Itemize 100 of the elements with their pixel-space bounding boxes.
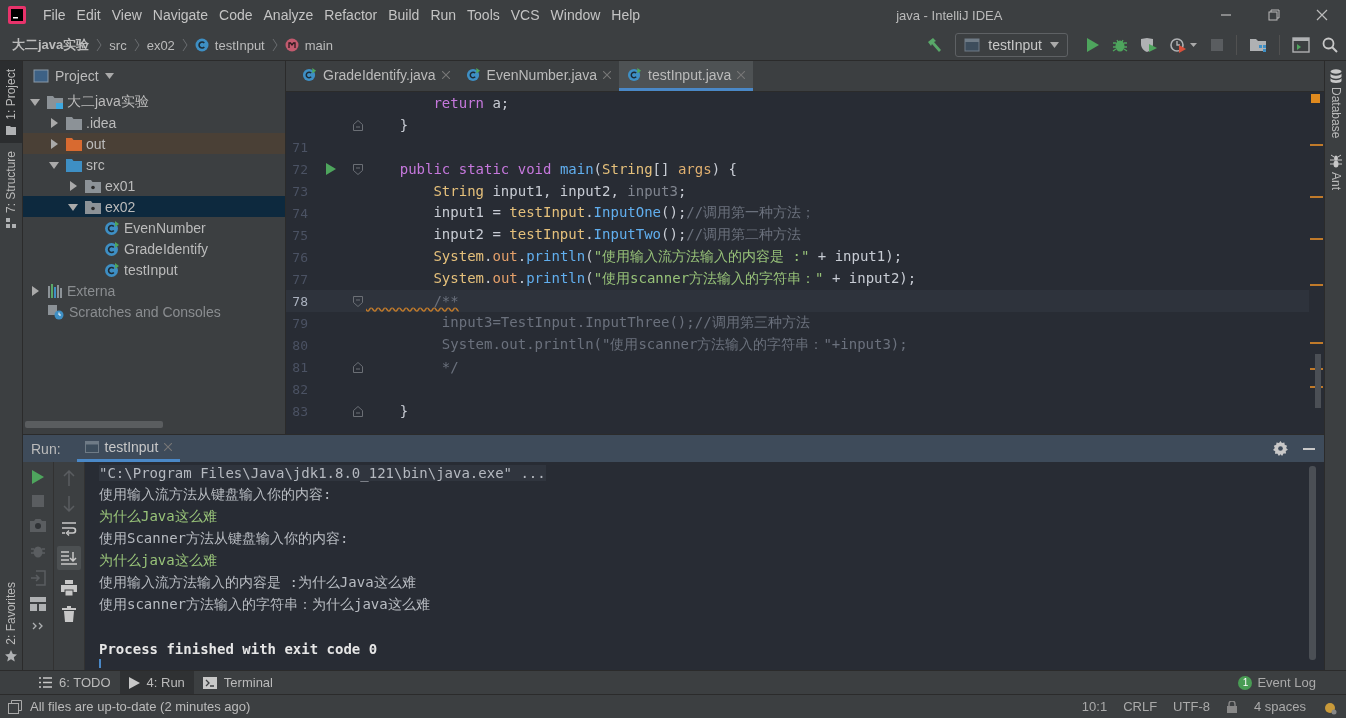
caret-icon[interactable] (104, 73, 114, 79)
breadcrumb[interactable]: ex02 (146, 37, 175, 53)
menu-item[interactable]: Help (606, 7, 647, 23)
tree-item[interactable]: out (23, 133, 285, 154)
collapsed-arrow-icon[interactable] (49, 117, 59, 128)
code-line: } (398, 117, 409, 133)
tree-item[interactable]: GradeIdentify (23, 238, 285, 259)
line-separator[interactable]: CRLF (1123, 699, 1158, 714)
library-icon (47, 283, 63, 298)
class-icon (465, 67, 481, 82)
menu-item[interactable]: VCS (505, 7, 546, 23)
tool-window-button[interactable]: Database (1325, 61, 1346, 147)
editor-tab[interactable]: GradeIdentify.java (294, 61, 458, 91)
tree-item[interactable]: ex01 (23, 175, 285, 196)
rerun-icon[interactable] (31, 470, 45, 484)
console-line: 使用输入流方法输入的内容是 :为什么Java这么难 (99, 574, 416, 592)
run-icon[interactable] (1086, 37, 1100, 53)
fold-marker-icon[interactable] (353, 163, 363, 175)
menu-item[interactable]: Refactor (319, 7, 384, 23)
console-line: 使用scanner方法输入的字符串：为什么java这么难 (99, 596, 430, 614)
menu-item[interactable]: Tools (462, 7, 506, 23)
trash-icon[interactable] (62, 606, 76, 622)
breadcrumb[interactable]: main (304, 37, 333, 53)
fold-marker-icon[interactable] (353, 295, 363, 307)
close-icon[interactable] (441, 70, 450, 79)
collapsed-arrow-icon[interactable] (49, 138, 59, 149)
hammer-icon[interactable] (925, 36, 944, 54)
tree-item[interactable]: src (23, 154, 285, 175)
fold-marker-icon[interactable] (353, 405, 363, 417)
menu-item[interactable]: View (106, 7, 148, 23)
breadcrumb[interactable]: testInput (214, 37, 265, 53)
restore-icon[interactable] (1268, 9, 1280, 21)
settings-icon[interactable] (1273, 441, 1288, 456)
run-configuration-dropdown[interactable]: testInput (955, 33, 1068, 57)
tree-item[interactable]: ex02 (23, 196, 285, 217)
coverage-icon[interactable] (1140, 37, 1158, 53)
tree-item[interactable]: EvenNumber (23, 217, 285, 238)
fold-marker-icon[interactable] (353, 119, 363, 131)
editor-tab[interactable]: EvenNumber.java (457, 61, 620, 91)
status-toggle-icon[interactable] (8, 699, 22, 714)
chevron-icon (133, 38, 140, 52)
tree-item[interactable]: testInput (23, 259, 285, 280)
editor-tab[interactable]: testInput.java (619, 61, 754, 91)
breadcrumb[interactable]: 大二java实验 (12, 36, 90, 54)
expanded-arrow-icon[interactable] (30, 96, 40, 107)
project-structure-icon[interactable] (1249, 37, 1267, 53)
app-logo-icon (8, 6, 26, 24)
run-gutter-icon[interactable] (326, 163, 336, 175)
scroll-to-end-icon[interactable] (57, 546, 81, 570)
menu-item[interactable]: File (38, 7, 72, 23)
search-icon[interactable] (1322, 37, 1338, 53)
terminal-window-icon[interactable] (1292, 37, 1310, 53)
folder-icon (66, 157, 82, 172)
panel-title[interactable]: Project (55, 68, 99, 84)
bug-icon[interactable] (1112, 37, 1128, 53)
code-line: input2 = testInput.InputTwo();//调用第二种方法 (432, 226, 802, 244)
expanded-arrow-icon[interactable] (49, 159, 59, 170)
menu-item[interactable]: Run (425, 7, 463, 23)
camera-icon[interactable] (30, 518, 46, 532)
tool-window-button[interactable]: 1: Project (0, 61, 22, 143)
collapsed-arrow-icon[interactable] (30, 285, 40, 296)
scrollbar[interactable] (25, 421, 163, 428)
tree-item[interactable]: .idea (23, 112, 285, 133)
tool-window-tab[interactable]: 6: TODO (30, 671, 120, 694)
menu-item[interactable]: Navigate (147, 7, 215, 23)
menu-item[interactable]: Analyze (258, 7, 320, 23)
print-icon[interactable] (61, 580, 77, 596)
console-line: Process finished with exit code 0 (99, 640, 378, 657)
indent-setting[interactable]: 4 spaces (1253, 699, 1306, 714)
lock-icon[interactable] (1225, 700, 1238, 713)
close-icon[interactable] (1316, 9, 1328, 21)
database-icon (1329, 69, 1342, 83)
menu-item[interactable]: Build (383, 7, 426, 23)
line-number: 78 (292, 293, 308, 309)
fold-marker-icon[interactable] (353, 361, 363, 373)
menu-item[interactable]: Edit (71, 7, 107, 23)
more-icon[interactable] (32, 622, 44, 630)
caret-position[interactable]: 10:1 (1081, 699, 1108, 714)
tool-window-button[interactable]: Ant (1325, 146, 1346, 199)
tool-window-tab[interactable]: Terminal (193, 671, 282, 694)
tool-window-button[interactable]: 2: Favorites (0, 574, 22, 670)
tool-window-button[interactable]: 7: Structure (0, 142, 22, 236)
scrollbar[interactable] (1309, 466, 1316, 660)
layout-icon[interactable] (30, 597, 46, 611)
expanded-arrow-icon[interactable] (68, 201, 78, 212)
menu-item[interactable]: Code (214, 7, 259, 23)
breadcrumb[interactable]: src (109, 37, 127, 53)
caret-icon (1050, 42, 1059, 48)
collapsed-arrow-icon[interactable] (68, 180, 78, 191)
close-icon[interactable] (603, 70, 612, 79)
event-log-button[interactable]: 1 Event Log (1238, 671, 1346, 694)
tree-item[interactable]: 大二java实验 (23, 91, 285, 112)
profiler-icon[interactable] (1170, 37, 1198, 53)
file-encoding[interactable]: UTF-8 (1173, 699, 1210, 714)
tree-item[interactable]: Scratches and Consoles (23, 301, 285, 322)
tree-item[interactable]: Externa (23, 280, 285, 301)
menu-item[interactable]: Window (545, 7, 607, 23)
soft-wrap-icon[interactable] (61, 522, 77, 536)
window-icon (84, 441, 99, 453)
tool-window-tab[interactable]: 4: Run (119, 671, 194, 694)
